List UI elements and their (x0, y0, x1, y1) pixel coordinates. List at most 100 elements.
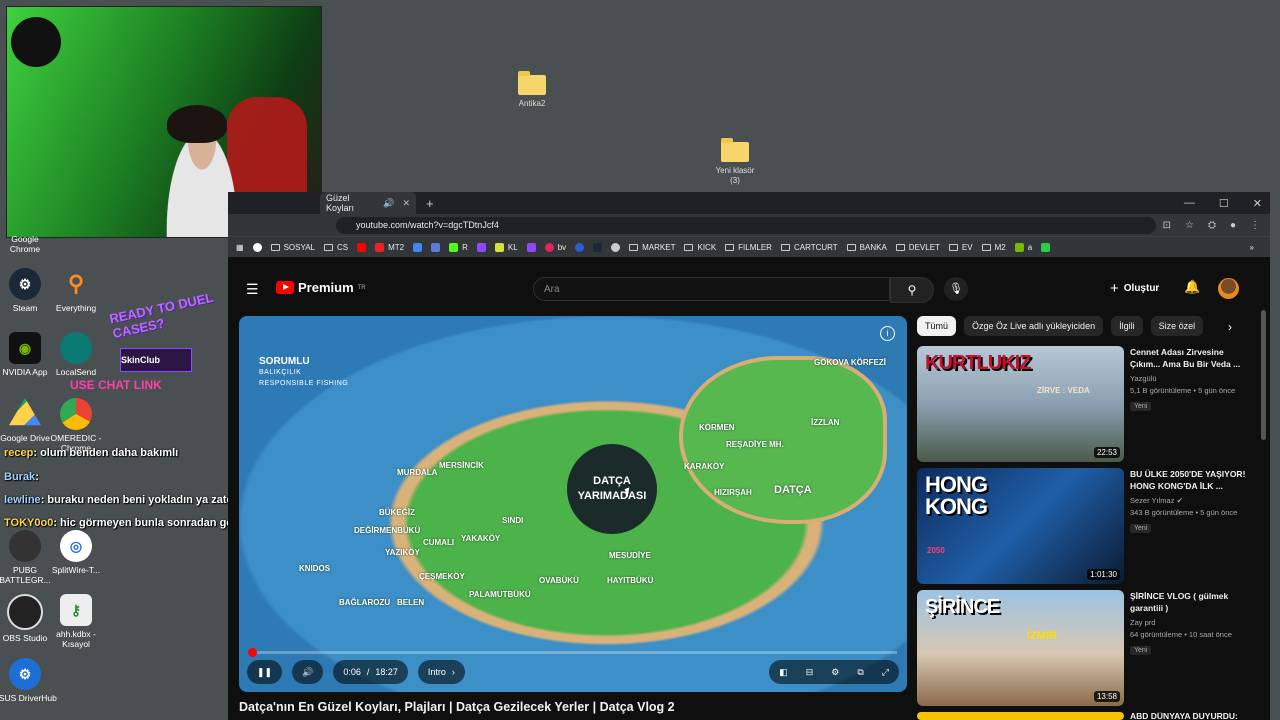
bookmarks-overflow-icon[interactable]: » (1250, 243, 1254, 252)
autoplay-icon[interactable]: ◧ (779, 667, 788, 678)
subtitles-icon[interactable]: ⊟ (806, 667, 814, 678)
desktop-folder-antika2[interactable]: Antika2 (497, 71, 567, 109)
bookmark-item[interactable]: DEVLET (895, 243, 940, 252)
video-meta: 343 B görüntüleme • 5 gün önce (1130, 508, 1238, 517)
star-icon[interactable]: ☆ (1185, 220, 1194, 231)
map-place-label: REŞADİYE MH. (726, 440, 784, 449)
chip-related[interactable]: İlgili (1111, 316, 1143, 336)
bookmark-item[interactable]: bv (544, 242, 566, 252)
profile-icon[interactable]: ● (1230, 220, 1236, 231)
tab-active[interactable]: Güzel Koyları 🔊 ✕ (320, 192, 416, 214)
bookmark-icon[interactable] (476, 242, 486, 252)
bookmark-icon[interactable] (611, 242, 621, 252)
apps-icon[interactable]: ▦ (236, 243, 244, 252)
webcam-lamp (11, 17, 61, 67)
video-player[interactable]: SORUMLU BALIKÇILIK RESPONSIBLE FISHING D… (239, 316, 907, 692)
settings-gear-icon[interactable]: ⚙ (831, 667, 839, 678)
bookmark-google[interactable] (252, 242, 262, 252)
search-input[interactable]: Ara (533, 277, 890, 301)
recommendation-item[interactable]: ABD DÜNYAYA DUYURDU: (917, 712, 1247, 720)
chip-all[interactable]: Tümü (917, 316, 957, 336)
close-window-icon[interactable]: ✕ (1253, 197, 1262, 210)
search-icon: ⚲ (907, 283, 917, 297)
bookmark-item[interactable]: M2 (981, 243, 1006, 252)
bookmark-icon[interactable] (575, 242, 585, 252)
video-thumbnail[interactable]: ŞİRİNCE İZMİR 13:58 (917, 590, 1124, 706)
recommendation-item[interactable]: HONG KONG 2050 1:01:30 BU ÜLKE 2050'DE Y… (917, 468, 1247, 584)
recommendation-item[interactable]: KURTLUKIZ ZİRVE : VEDA 22:53 Cennet Adas… (917, 346, 1247, 462)
bookmark-icon[interactable] (413, 242, 423, 252)
bookmark-item[interactable]: MARKET (629, 243, 675, 252)
url-input[interactable]: youtube.com/watch?v=dgcTDtnJcf4 (336, 216, 1156, 234)
pause-icon[interactable]: ❚❚ (257, 667, 272, 678)
bookmark-item[interactable]: EV (948, 243, 973, 252)
bookmark-item[interactable]: KL (494, 242, 518, 252)
desktop-icon-omeredic-chrome[interactable]: OMEREDIC - Chrome (44, 398, 108, 453)
chapter-button[interactable]: Intro › (417, 660, 465, 684)
bookmark-item[interactable]: SOSYAL (270, 243, 315, 252)
recommendation-title[interactable]: BU ÜLKE 2050'DE YAŞIYOR! HONG KONG'DA İL… (1130, 468, 1250, 492)
recommendation-title[interactable]: Cennet Adası Zirvesine Çıkım... Ama Bu B… (1130, 346, 1250, 370)
notifications-bell-icon[interactable]: 🔔 (1184, 279, 1200, 295)
recommendation-item[interactable]: ŞİRİNCE İZMİR 13:58 ŞİRİNCE VLOG ( gülme… (917, 590, 1247, 706)
recommendation-title[interactable]: ABD DÜNYAYA DUYURDU: (1130, 712, 1247, 720)
close-tab-icon[interactable]: ✕ (402, 198, 410, 209)
map-place-label: KARAKÖY (684, 462, 725, 471)
video-thumbnail[interactable] (917, 712, 1124, 720)
chip-for-you[interactable]: Size özel (1150, 316, 1204, 336)
scrollbar[interactable] (1261, 310, 1266, 440)
channel-name[interactable]: Sezer Yılmaz (1130, 496, 1174, 505)
voice-search-button[interactable]: 🎙 (944, 277, 968, 301)
info-icon[interactable]: i (880, 326, 895, 341)
chevron-right-icon: › (451, 667, 455, 677)
video-thumbnail[interactable]: HONG KONG 2050 1:01:30 (917, 468, 1124, 584)
globe-icon: ◎ (60, 530, 92, 562)
new-badge: Yeni (1130, 402, 1152, 411)
minimize-icon[interactable]: — (1184, 197, 1195, 209)
bookmark-icon[interactable] (431, 242, 441, 252)
bookmark-youtube[interactable] (357, 242, 367, 252)
bookmark-item[interactable]: KICK (684, 243, 716, 252)
maximize-icon[interactable]: ☐ (1219, 197, 1229, 210)
chevron-right-icon[interactable]: › (1228, 320, 1232, 334)
chip-from-uploader[interactable]: Özge Öz Live adlı yükleyiciden (964, 316, 1104, 336)
miniplayer-icon[interactable]: ⧉ (857, 667, 863, 678)
youtube-logo[interactable]: Premium TR (276, 280, 366, 295)
desktop-folder-yeni-klasor[interactable]: Yeni klasör (3) (700, 138, 770, 186)
speaker-icon[interactable]: 🔊 (383, 198, 394, 209)
bookmark-item[interactable]: R (449, 242, 468, 252)
volume-icon[interactable]: 🔊 (302, 667, 313, 678)
new-tab-button[interactable]: + (426, 196, 434, 211)
progress-bar[interactable] (248, 648, 897, 657)
create-button[interactable]: + Oluştur (1110, 280, 1159, 297)
menu-dots-icon[interactable]: ⋮ (1250, 220, 1260, 231)
search-button[interactable]: ⚲ (890, 277, 934, 303)
hamburger-menu-icon[interactable]: ☰ (246, 281, 259, 298)
avatar[interactable] (1218, 278, 1239, 299)
steam-icon: ⚙ (9, 268, 41, 300)
fullscreen-icon[interactable]: ⤢ (882, 667, 889, 678)
channel-name[interactable]: Zay prd (1130, 618, 1250, 627)
bookmark-icon[interactable] (1041, 242, 1051, 252)
video-thumbnail[interactable]: KURTLUKIZ ZİRVE : VEDA 22:53 (917, 346, 1124, 462)
bookmark-item[interactable]: CS (323, 243, 348, 252)
bookmark-item[interactable]: CARTCURT (780, 243, 838, 252)
desktop-icon-splitwire[interactable]: ◎ SplitWire-T... (44, 530, 108, 575)
bookmark-item[interactable]: BANKA (846, 243, 887, 252)
desktop-icon-kdbx[interactable]: ⚷ ahh.kdbx - Kısayol (44, 594, 108, 649)
channel-name[interactable]: Yazgülü (1130, 374, 1250, 383)
bookmark-icon[interactable] (526, 242, 536, 252)
recommendation-title[interactable]: ŞİRİNCE VLOG ( gülmek garantiii ) (1130, 590, 1250, 614)
install-icon[interactable]: ⊡ (1163, 220, 1171, 231)
chat-user: recep (4, 447, 34, 459)
progress-scrubber[interactable] (248, 648, 258, 657)
bookmark-item[interactable]: FILMLER (725, 243, 772, 252)
promo-cta: USE CHAT LINK (70, 378, 162, 392)
bookmark-item[interactable]: a (1014, 242, 1032, 252)
nvidia-icon: ◉ (9, 332, 41, 364)
desktop-icon-asus[interactable]: ⚙ ASUS DriverHub (0, 658, 57, 703)
bookmark-item[interactable]: MT2 (375, 242, 404, 252)
extensions-icon[interactable]: ⛭ (1208, 220, 1216, 231)
desktop-icon-chrome[interactable]: Google Chrome (0, 234, 57, 254)
bookmark-icon[interactable] (593, 242, 603, 252)
